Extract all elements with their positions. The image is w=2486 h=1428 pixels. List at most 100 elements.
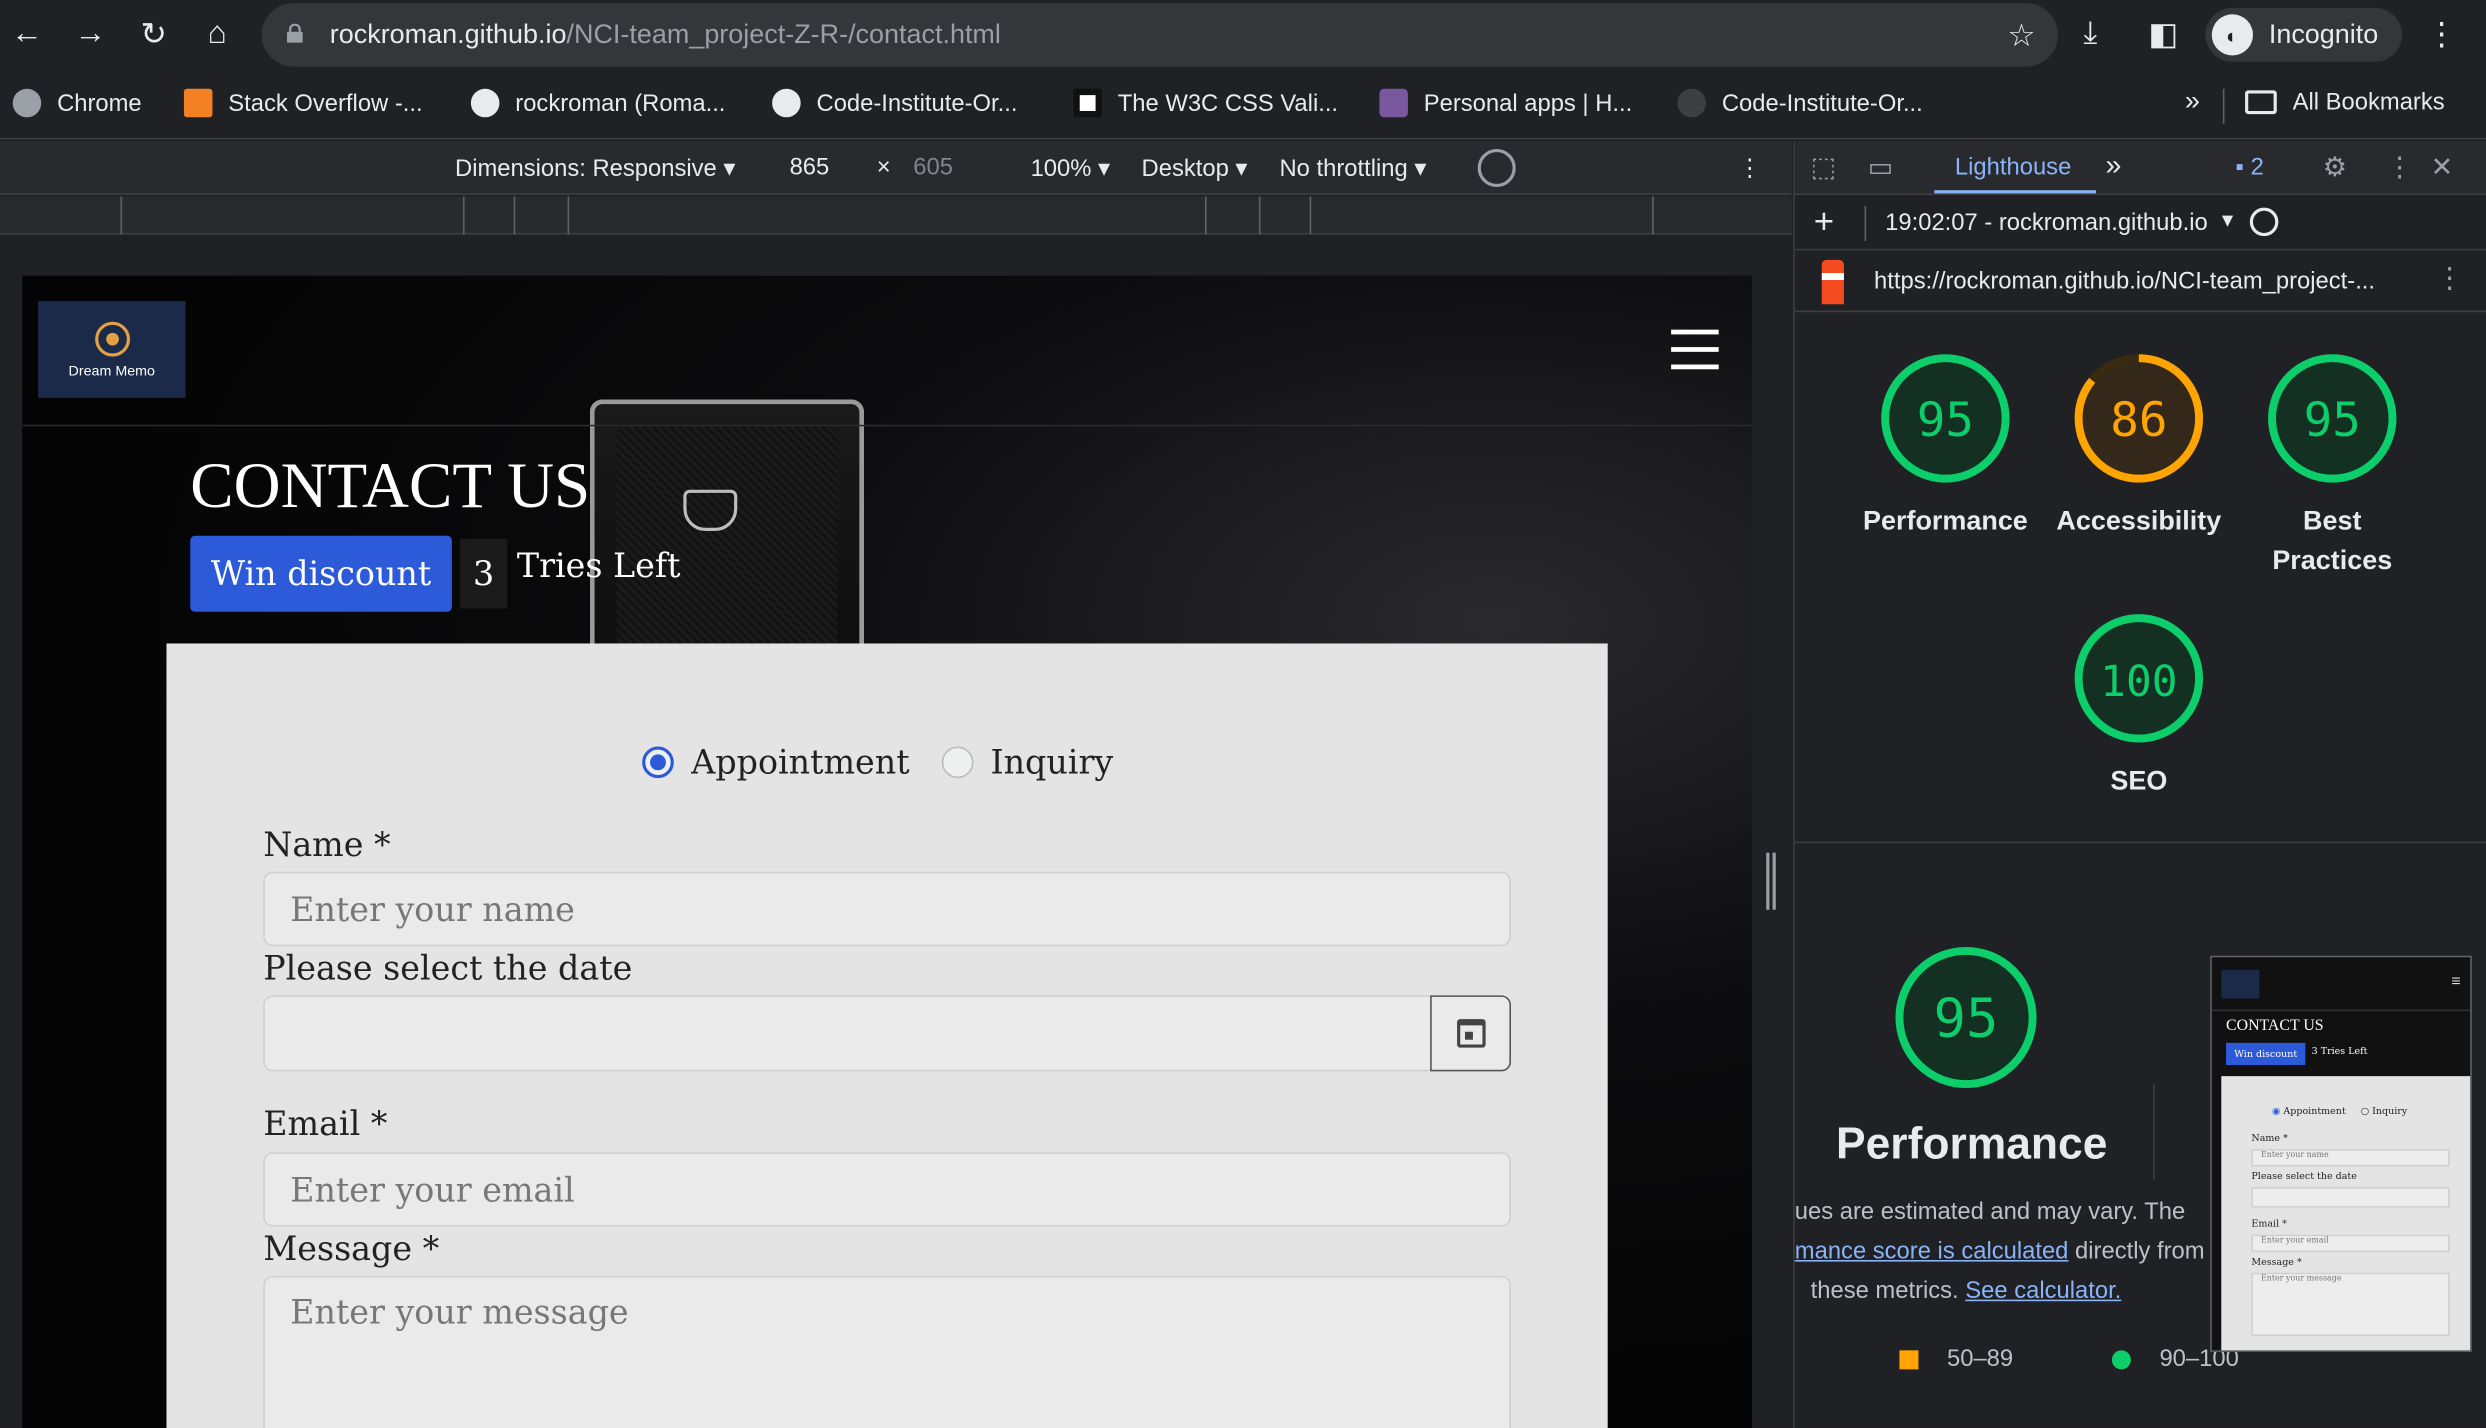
more-tabs-button[interactable]: » — [2106, 149, 2122, 182]
heroku-icon — [1379, 88, 1408, 118]
message-label: Message * — [263, 1229, 440, 1268]
page-screenshot-thumbnail[interactable]: ≡ CONTACT US Win discount 3 Tries Left ◉… — [2210, 955, 2472, 1352]
accessibility-gauge[interactable]: 86 — [2074, 354, 2204, 483]
rotate-icon[interactable] — [1477, 148, 1516, 188]
url-text: rockroman.github.io/NCI-team_project-Z-R… — [329, 19, 1001, 50]
camera-aperture-icon — [94, 320, 130, 356]
thumb-email-label: Email * — [2251, 1218, 2287, 1230]
date-input[interactable] — [263, 995, 1432, 1072]
tries-left-label: Tries Left — [516, 546, 681, 585]
bookmark-star-icon[interactable]: ☆ — [2007, 16, 2035, 56]
website-viewport: Dream Memo CONTACT US Win discount 3 Tri… — [22, 275, 1752, 1428]
bookmark-code-institute-2[interactable]: Code-Institute-Or... — [1677, 88, 1923, 118]
zoom-select[interactable]: 100% ▾ — [1031, 154, 1110, 182]
best-practices-gauge[interactable]: 95 — [2268, 354, 2397, 483]
thumb-tries: 3 Tries Left — [2311, 1046, 2368, 1058]
lighthouse-icon — [1821, 259, 1844, 305]
bookmarks-divider — [2222, 88, 2225, 124]
profile-label: Incognito — [2268, 19, 2379, 50]
all-bookmarks-button[interactable]: All Bookmarks — [2245, 89, 2445, 116]
bookmark-github-rockroman[interactable]: rockroman (Roma... — [470, 88, 725, 118]
home-icon[interactable]: ⌂ — [197, 13, 238, 54]
toolbar-divider — [1864, 206, 1867, 241]
seo-gauge[interactable]: 100 — [2074, 614, 2204, 743]
bookmark-w3c[interactable]: The W3C CSS Vali... — [1073, 88, 1338, 118]
side-panel-icon[interactable]: ◧ — [2148, 14, 2178, 54]
address-bar[interactable]: rockroman.github.io/NCI-team_project-Z-R… — [261, 3, 2058, 67]
swap-dimensions-icon[interactable]: × — [877, 154, 891, 181]
thumb-name-label: Name * — [2251, 1133, 2288, 1145]
bookmarks-bar: Chrome Stack Overflow -... rockroman (Ro… — [0, 69, 2486, 140]
bookmark-chrome[interactable]: Chrome — [12, 88, 142, 118]
seo-score: 100 — [2100, 657, 2177, 707]
close-icon[interactable]: ✕ — [2431, 152, 2454, 184]
inquiry-label: Inquiry — [990, 743, 1114, 782]
contact-form: Appointment Inquiry Name * Enter your na… — [166, 643, 1608, 1428]
score-calculated-link[interactable]: mance score is calculated — [1795, 1238, 2069, 1265]
browser-toolbar: ← → ↻ ⌂ rockroman.github.io/NCI-team_pro… — [0, 0, 2486, 70]
legend-mid: 50–89 — [1899, 1346, 2013, 1373]
forward-arrow-icon[interactable]: → — [70, 13, 111, 54]
report-select-chevron-icon[interactable]: ▼ — [2218, 209, 2237, 231]
throttling-select[interactable]: No throttling ▾ — [1279, 154, 1426, 182]
back-arrow-icon[interactable]: ← — [6, 13, 47, 54]
width-input[interactable]: 865 — [790, 154, 830, 181]
see-calculator-link[interactable]: See calculator. — [1965, 1277, 2121, 1304]
viewport-resize-handle[interactable] — [1766, 852, 1776, 910]
report-menu-icon[interactable]: ⋮ — [2435, 262, 2464, 295]
win-discount-button[interactable]: Win discount — [190, 535, 452, 612]
device-toolbar: Dimensions: Responsive ▾ 865 × 605 100% … — [0, 141, 1792, 195]
thumb-name-input: Enter your name — [2251, 1149, 2450, 1167]
profile-button[interactable]: ◐ Incognito — [2205, 7, 2403, 62]
message-textarea[interactable]: Enter your message — [263, 1275, 1511, 1428]
height-input[interactable]: 605 — [913, 154, 953, 181]
new-report-icon[interactable]: + — [1814, 201, 1834, 242]
thumb-message-label: Message * — [2251, 1256, 2302, 1268]
section-divider — [1794, 841, 2486, 844]
dimensions-select[interactable]: Dimensions: Responsive ▾ — [455, 154, 735, 182]
thumb-win-button: Win discount — [2226, 1042, 2306, 1066]
bookmarks-overflow-button[interactable]: » — [2185, 86, 2200, 118]
thumb-radio-appointment: ◉ Appointment — [2272, 1106, 2346, 1118]
devtools-menu-icon[interactable]: ⋮ — [2386, 152, 2413, 184]
performance-big-gauge: 95 — [1895, 946, 2037, 1089]
github-icon — [772, 88, 801, 118]
camera-image — [589, 399, 865, 658]
tries-count-badge: 3 — [459, 538, 508, 609]
accessibility-label: Accessibility — [2056, 505, 2222, 536]
email-input[interactable]: Enter your email — [263, 1152, 1511, 1227]
best-practices-label: Best Practices — [2272, 505, 2393, 576]
report-url-bar: https://rockroman.github.io/NCI-team_pro… — [1794, 252, 2486, 313]
lock-icon — [286, 23, 303, 43]
device-toolbar-menu-icon[interactable]: ⋮ — [1738, 154, 1762, 182]
reload-icon[interactable]: ↻ — [133, 13, 174, 54]
w3c-icon — [1073, 88, 1102, 118]
active-tab-indicator — [1934, 190, 2097, 194]
bookmark-heroku[interactable]: Personal apps | H... — [1379, 88, 1632, 118]
name-input[interactable]: Enter your name — [263, 871, 1511, 947]
performance-gauge[interactable]: 95 — [1881, 354, 2010, 483]
hamburger-menu-icon[interactable] — [1671, 329, 1722, 371]
tab-lighthouse[interactable]: Lighthouse — [1955, 154, 2071, 181]
inspect-element-icon[interactable]: ⬚ — [1811, 152, 1836, 184]
site-navbar: Dream Memo — [22, 276, 1752, 427]
device-type-select[interactable]: Desktop ▾ — [1142, 154, 1248, 182]
browser-menu-icon[interactable]: ⋮ — [2426, 14, 2458, 54]
clear-reports-icon[interactable] — [2249, 207, 2279, 237]
download-icon[interactable]: ⤓ — [2083, 16, 2097, 52]
site-logo[interactable]: Dream Memo — [38, 301, 186, 398]
circle-icon — [2111, 1349, 2131, 1369]
performance-note: ues are estimated and may vary. The manc… — [1794, 1198, 2205, 1305]
bookmark-code-institute-1[interactable]: Code-Institute-Or... — [772, 88, 1017, 118]
seo-label: SEO — [2110, 765, 2168, 796]
thumb-message-input: Enter your message — [2251, 1272, 2450, 1337]
appointment-radio[interactable] — [642, 746, 674, 779]
messages-badge[interactable]: ▪ 2 — [2236, 154, 2264, 181]
date-picker-button[interactable] — [1430, 995, 1511, 1072]
bookmark-stackoverflow[interactable]: Stack Overflow -... — [183, 88, 423, 118]
chrome-icon — [12, 88, 42, 118]
device-toggle-icon[interactable]: ▭ — [1868, 152, 1893, 184]
report-select[interactable]: 19:02:07 - rockroman.github.io — [1885, 209, 2218, 236]
inquiry-radio[interactable] — [941, 746, 974, 779]
settings-gear-icon[interactable]: ⚙ — [2323, 152, 2347, 184]
